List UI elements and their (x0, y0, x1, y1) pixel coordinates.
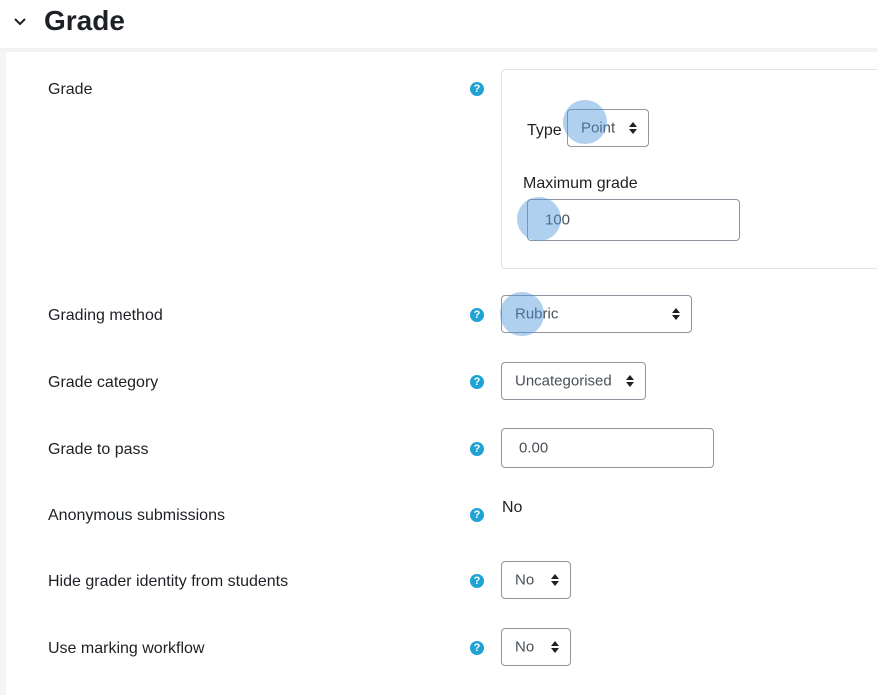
help-icon[interactable]: ? (470, 508, 484, 522)
grade-to-pass-input[interactable]: 0.00 (501, 428, 714, 468)
grading-method-label: Grading method (48, 307, 163, 324)
help-icon[interactable]: ? (470, 574, 484, 588)
grade-category-select[interactable]: Uncategorised (501, 362, 646, 400)
help-icon[interactable]: ? (470, 641, 484, 655)
grade-type-label: Type (527, 122, 562, 139)
grade-to-pass-label: Grade to pass (48, 441, 149, 458)
help-icon[interactable]: ? (470, 308, 484, 322)
help-icon[interactable]: ? (470, 442, 484, 456)
grade-category-label: Grade category (48, 374, 159, 391)
help-icon[interactable]: ? (470, 82, 484, 96)
grade-label: Grade (48, 81, 93, 98)
grading-method-value: Rubric (515, 305, 559, 323)
grade-to-pass-value: 0.00 (519, 439, 549, 457)
max-grade-label: Maximum grade (523, 175, 638, 192)
select-caret-icon (551, 574, 559, 586)
section-title: Grade (44, 5, 125, 36)
section-header[interactable]: Grade (0, 0, 877, 48)
grade-type-select[interactable]: Point (567, 109, 649, 147)
hide-grader-value: No (515, 571, 535, 589)
hide-grader-label: Hide grader identity from students (48, 573, 289, 590)
help-icon[interactable]: ? (470, 375, 484, 389)
grade-type-value: Point (581, 119, 616, 137)
marking-workflow-label: Use marking workflow (48, 640, 205, 657)
select-caret-icon (672, 308, 680, 320)
max-grade-input[interactable]: 100 (527, 199, 740, 241)
select-caret-icon (626, 375, 634, 387)
anonymous-submissions-label: Anonymous submissions (48, 507, 225, 524)
grading-method-select[interactable]: Rubric (501, 295, 692, 333)
select-caret-icon (551, 641, 559, 653)
anonymous-submissions-value: No (502, 499, 523, 516)
hide-grader-select[interactable]: No (501, 561, 571, 599)
chevron-down-icon[interactable] (12, 14, 28, 30)
marking-workflow-value: No (515, 638, 535, 656)
select-caret-icon (629, 122, 637, 134)
marking-workflow-select[interactable]: No (501, 628, 571, 666)
grade-category-value: Uncategorised (515, 372, 612, 390)
max-grade-value: 100 (545, 211, 571, 229)
